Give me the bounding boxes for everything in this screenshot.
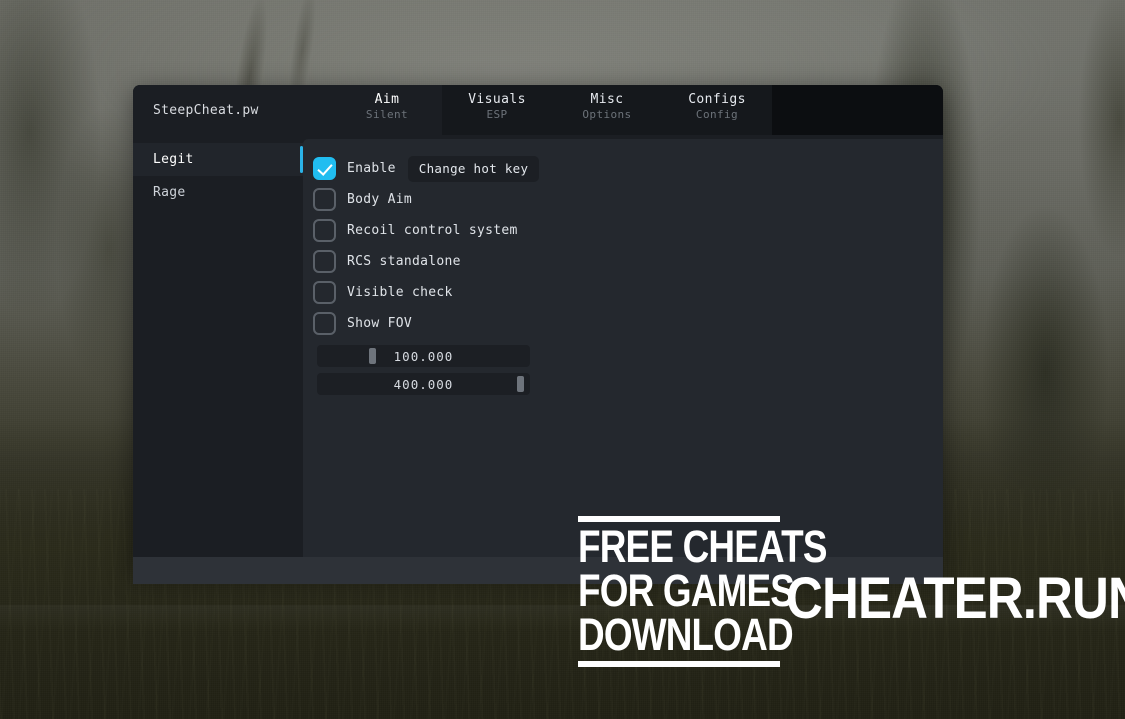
- tab-visuals[interactable]: Visuals ESP: [442, 85, 552, 135]
- topbar-empty-area: [772, 85, 943, 135]
- cheat-menu-window: SteepCheat.pw Aim Silent Visuals ESP Mis…: [133, 85, 943, 572]
- slider-distance-value: 400.000: [393, 376, 454, 392]
- tab-visuals-subtitle: ESP: [486, 108, 508, 122]
- option-row-visible-check: Visible check: [313, 277, 943, 308]
- tab-configs-title: Configs: [688, 92, 746, 107]
- slider-fov[interactable]: 100.000: [317, 345, 530, 367]
- option-row-enable: Enable Change hot key: [313, 153, 943, 184]
- checkbox-recoil-control-system[interactable]: [313, 219, 336, 242]
- tab-aim-subtitle: Silent: [365, 108, 409, 122]
- option-row-show-fov: Show FOV: [313, 308, 943, 339]
- watermark-free-cheats: FREE CHEATS FOR GAMES DOWNLOAD: [578, 516, 827, 668]
- sidebar-item-rage-label: Rage: [153, 185, 186, 200]
- tab-visuals-title: Visuals: [468, 92, 526, 107]
- checkbox-recoil-control-system-label: Recoil control system: [347, 223, 518, 238]
- checkbox-rcs-standalone[interactable]: [313, 250, 336, 273]
- watermark-line-1: FREE CHEATS: [578, 521, 827, 572]
- sidebar-active-accent-bar: [300, 146, 303, 173]
- change-hot-key-button[interactable]: Change hot key: [407, 155, 540, 182]
- sidebar: Legit Rage: [133, 135, 303, 572]
- brand-label: SteepCheat.pw: [153, 102, 259, 118]
- tab-aim[interactable]: Aim Silent: [332, 85, 442, 135]
- slider-distance-handle[interactable]: [517, 376, 524, 392]
- window-topbar: SteepCheat.pw Aim Silent Visuals ESP Mis…: [133, 85, 943, 135]
- tab-misc-title: Misc: [590, 92, 624, 107]
- tab-configs[interactable]: Configs Config: [662, 85, 772, 135]
- sidebar-item-legit[interactable]: Legit: [133, 143, 303, 176]
- checkbox-show-fov-label: Show FOV: [347, 316, 413, 331]
- option-row-recoil-control-system: Recoil control system: [313, 215, 943, 246]
- watermark-line-3: DOWNLOAD: [578, 609, 794, 661]
- option-row-rcs-standalone: RCS standalone: [313, 246, 943, 277]
- checkbox-rcs-standalone-label: RCS standalone: [347, 254, 461, 269]
- checkbox-enable-label: Enable: [347, 161, 396, 176]
- slider-fov-handle[interactable]: [369, 348, 376, 364]
- checkbox-visible-check[interactable]: [313, 281, 336, 304]
- slider-fov-value: 100.000: [393, 348, 454, 364]
- checkbox-body-aim[interactable]: [313, 188, 336, 211]
- checkbox-enable[interactable]: [313, 157, 336, 180]
- window-body: Legit Rage Enable Change hot key Body Ai…: [133, 135, 943, 572]
- checkbox-show-fov[interactable]: [313, 312, 336, 335]
- content-panel: Enable Change hot key Body Aim Recoil co…: [303, 139, 943, 572]
- app-brand-title: SteepCheat.pw: [133, 85, 332, 135]
- tab-misc[interactable]: Misc Options: [552, 85, 662, 135]
- slider-distance[interactable]: 400.000: [317, 373, 530, 395]
- tab-misc-subtitle: Options: [582, 108, 632, 122]
- sidebar-item-legit-label: Legit: [153, 152, 194, 167]
- watermark-line-2: FOR GAMES: [578, 565, 795, 617]
- sidebar-item-rage[interactable]: Rage: [133, 176, 303, 209]
- checkbox-visible-check-label: Visible check: [347, 285, 453, 300]
- tab-aim-title: Aim: [374, 92, 400, 107]
- option-row-body-aim: Body Aim: [313, 184, 943, 215]
- checkbox-body-aim-label: Body Aim: [347, 192, 413, 207]
- tab-configs-subtitle: Config: [695, 108, 739, 122]
- watermark-site-name: CHEATER.RUN: [786, 566, 1125, 631]
